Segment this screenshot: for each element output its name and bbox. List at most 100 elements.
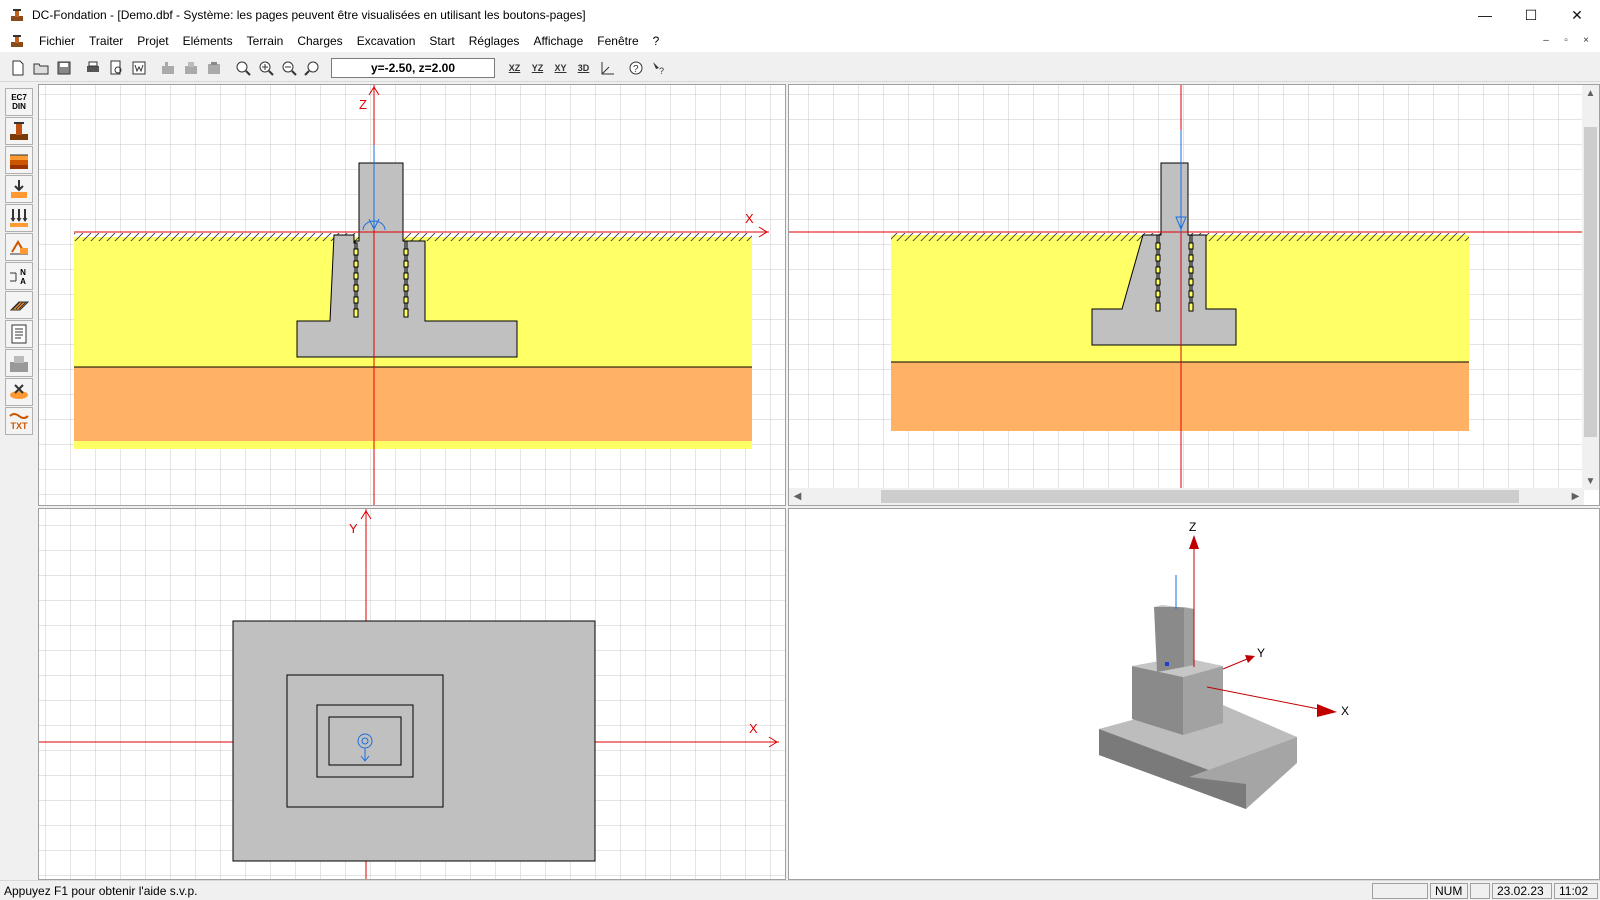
page-loads-button[interactable] <box>5 175 33 203</box>
side-view-pane[interactable]: ▲ ▼ ◀ ▶ <box>788 84 1600 506</box>
page-text-button[interactable]: TXT <box>5 407 33 435</box>
scroll-up-icon[interactable]: ▲ <box>1582 85 1599 102</box>
page-reinforcement-button[interactable] <box>5 291 33 319</box>
paste-icon[interactable] <box>202 57 225 79</box>
mdi-restore-button[interactable]: ▫ <box>1558 34 1574 48</box>
soil-layer-2 <box>74 367 752 441</box>
menu-traiter[interactable]: Traiter <box>82 34 130 48</box>
menu-help[interactable]: ? <box>646 34 667 48</box>
page-design-button[interactable]: N A <box>5 262 33 290</box>
x-axis-label: X <box>745 211 754 226</box>
title-bar: DC-Fondation - [Demo.dbf - Système: les … <box>0 0 1600 30</box>
page-report-button[interactable] <box>5 320 33 348</box>
window-title: DC-Fondation - [Demo.dbf - Système: les … <box>32 8 586 22</box>
menu-excavation[interactable]: Excavation <box>350 34 423 48</box>
status-message: Appuyez F1 pour obtenir l'aide s.v.p. <box>4 883 198 898</box>
zoom-in-icon[interactable] <box>254 57 277 79</box>
plan-x-label: X <box>749 721 758 736</box>
context-help-icon[interactable]: ? <box>647 57 670 79</box>
page-excavation-button[interactable] <box>5 233 33 261</box>
side-view-canvas <box>789 85 1584 490</box>
z-axis-label: Z <box>359 97 367 112</box>
status-date: 23.02.23 <box>1492 882 1552 899</box>
open-file-icon[interactable] <box>29 57 52 79</box>
view-3d-button[interactable]: 3D <box>572 57 595 79</box>
foundation-icon <box>10 122 28 140</box>
side-hscroll-thumb[interactable] <box>881 490 1519 503</box>
toolbar: y=-2.50, z=2.00 XZ YZ XY 3D ? ? <box>0 54 1600 82</box>
zoom-out-icon[interactable] <box>277 57 300 79</box>
scroll-right-icon[interactable]: ▶ <box>1567 488 1584 505</box>
ground-surface-hatch <box>74 233 752 241</box>
iso-x-label: X <box>1341 704 1349 718</box>
menu-start[interactable]: Start <box>422 34 461 48</box>
status-empty-cell <box>1372 882 1428 899</box>
view-xy-button[interactable]: XY <box>549 57 572 79</box>
view-yz-button[interactable]: YZ <box>526 57 549 79</box>
menu-fichier[interactable]: Fichier <box>32 34 82 48</box>
page-plot-button[interactable] <box>5 349 33 377</box>
iso-view-pane[interactable]: Z X Y <box>788 508 1600 880</box>
minimize-button[interactable]: — <box>1462 0 1508 30</box>
status-scroll-indicator <box>1470 882 1490 899</box>
save-icon[interactable] <box>52 57 75 79</box>
view-xz-label: XZ <box>508 62 521 73</box>
menu-charges[interactable]: Charges <box>290 34 349 48</box>
close-button[interactable]: ✕ <box>1554 0 1600 30</box>
new-file-icon[interactable] <box>6 57 29 79</box>
status-num-indicator: NUM <box>1430 882 1468 899</box>
design-na-icon: N A <box>10 268 26 286</box>
page-distributed-loads-button[interactable] <box>5 204 33 232</box>
help-icon[interactable]: ? <box>624 57 647 79</box>
print-preview-icon[interactable] <box>104 57 127 79</box>
text-icon: TXT <box>9 413 29 431</box>
view-xz-button[interactable]: XZ <box>503 57 526 79</box>
zoom-icon[interactable] <box>231 57 254 79</box>
page-results-button[interactable] <box>5 378 33 406</box>
iso-load-point <box>1165 662 1169 666</box>
side-horizontal-scrollbar[interactable]: ◀ ▶ <box>789 488 1584 505</box>
side-vertical-scrollbar[interactable]: ▲ ▼ <box>1582 85 1599 490</box>
mdi-minimize-button[interactable]: – <box>1538 34 1554 48</box>
copy-icon[interactable] <box>179 57 202 79</box>
scroll-left-icon[interactable]: ◀ <box>789 488 806 505</box>
zoom-fit-icon[interactable] <box>300 57 323 79</box>
cut-icon[interactable] <box>156 57 179 79</box>
ec7-din-icon: EC7 DIN <box>11 93 27 111</box>
view-xy-label: XY <box>554 62 567 73</box>
view-axes-icon[interactable] <box>595 57 618 79</box>
menu-projet[interactable]: Projet <box>130 34 175 48</box>
txt-label: TXT <box>11 421 29 431</box>
mdi-doc-icon[interactable] <box>10 34 24 48</box>
iso-view-canvas: Z X Y <box>789 509 1599 879</box>
side-vscroll-thumb[interactable] <box>1584 127 1597 437</box>
front-view-pane[interactable]: X Z <box>38 84 786 506</box>
n-label: N <box>20 268 26 277</box>
page-ec7-din-button[interactable]: EC7 DIN <box>5 88 33 116</box>
plan-view-pane[interactable]: X Y <box>38 508 786 880</box>
a-label: A <box>20 277 26 286</box>
iso-z-label: Z <box>1189 520 1196 534</box>
maximize-button[interactable]: ☐ <box>1508 0 1554 30</box>
word-export-icon[interactable] <box>127 57 150 79</box>
side-soil-layer-2 <box>891 362 1469 431</box>
scroll-down-icon[interactable]: ▼ <box>1582 473 1599 490</box>
menu-reglages[interactable]: Réglages <box>462 34 527 48</box>
menu-terrain[interactable]: Terrain <box>240 34 291 48</box>
status-time: 11:02 <box>1554 882 1598 899</box>
mdi-close-button[interactable]: × <box>1578 34 1594 48</box>
view-3d-label: 3D <box>577 62 590 73</box>
plan-y-label: Y <box>349 521 358 536</box>
menu-elements[interactable]: Eléments <box>176 34 240 48</box>
page-sidebar: EC7 DIN N A TXT <box>0 84 38 880</box>
menu-fenetre[interactable]: Fenêtre <box>590 34 645 48</box>
print-icon[interactable] <box>81 57 104 79</box>
iso-y-label: Y <box>1257 646 1265 660</box>
app-icon[interactable] <box>10 8 24 22</box>
menu-affichage[interactable]: Affichage <box>526 34 590 48</box>
mdi-controls: – ▫ × <box>1538 34 1600 48</box>
iso-pedestal-side <box>1183 666 1223 735</box>
page-soil-button[interactable] <box>5 146 33 174</box>
coordinates-display: y=-2.50, z=2.00 <box>331 57 495 78</box>
page-foundation-button[interactable] <box>5 117 33 145</box>
